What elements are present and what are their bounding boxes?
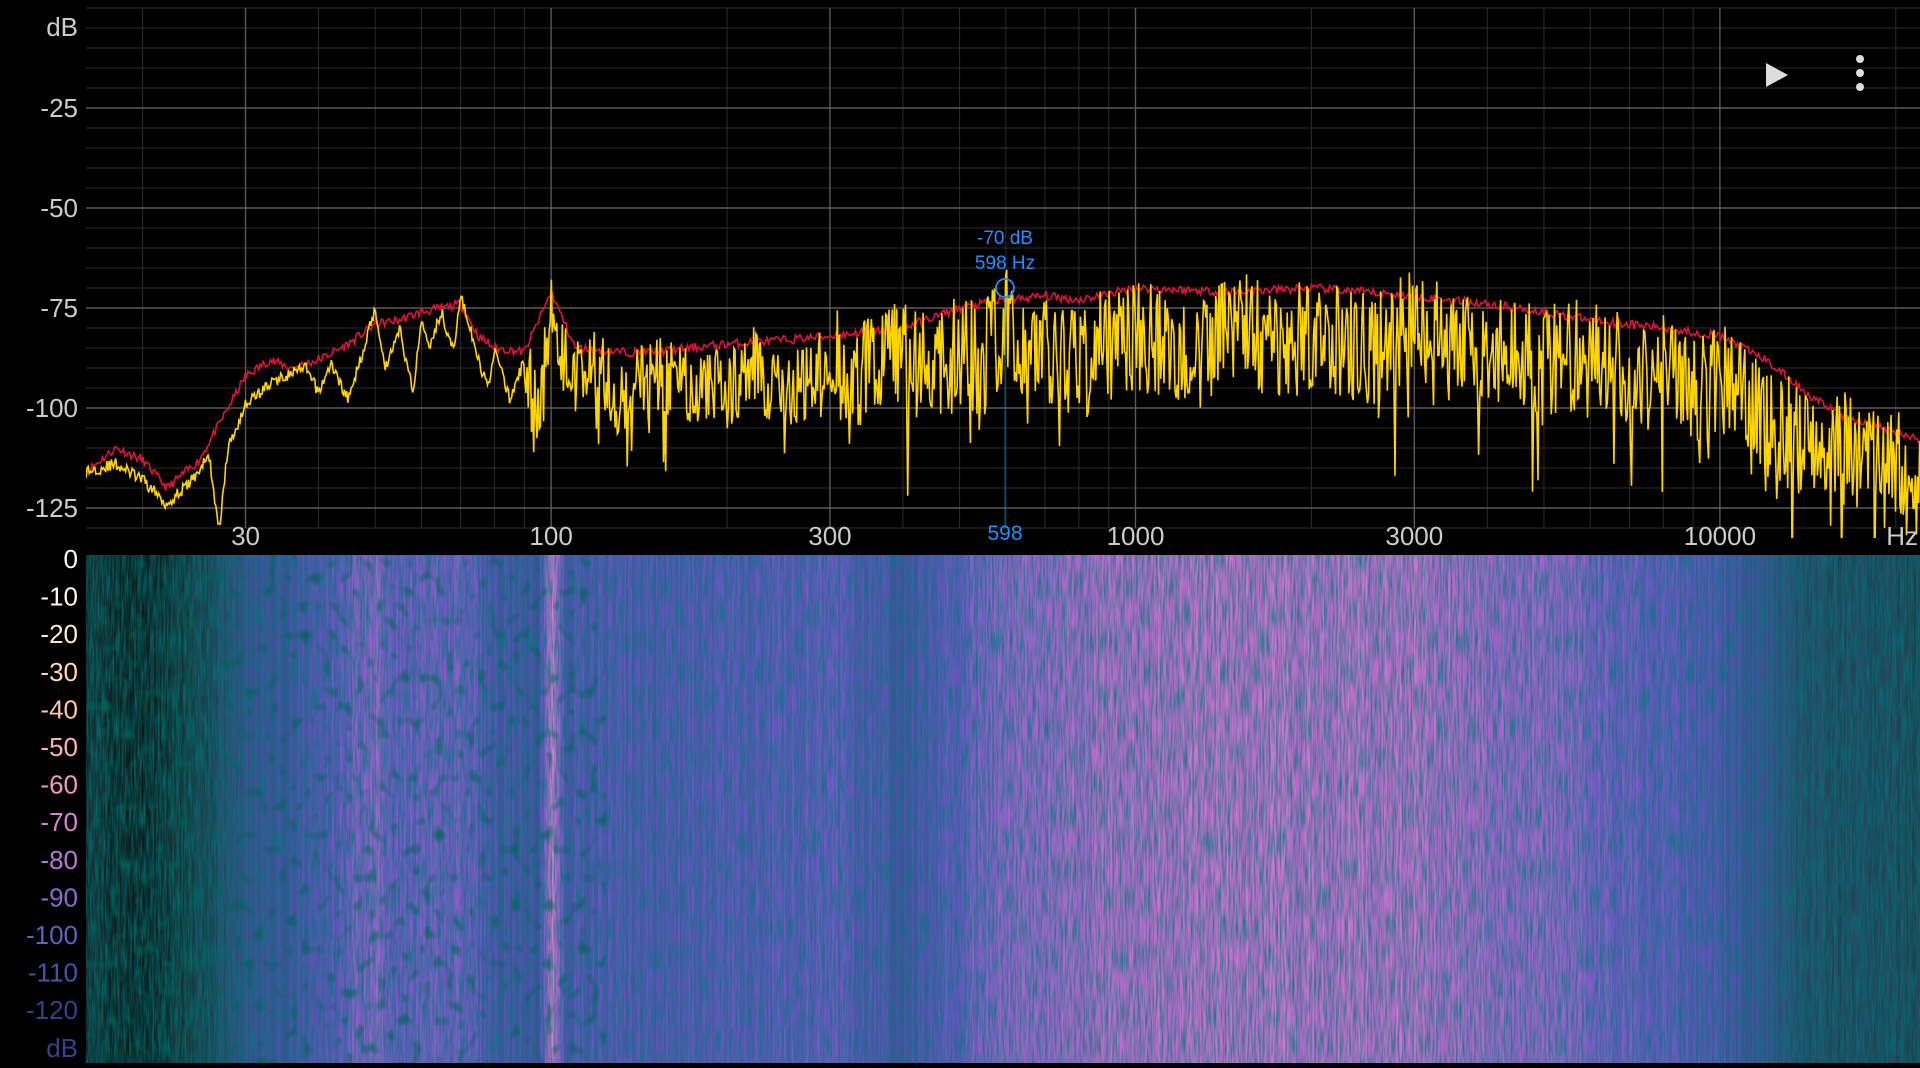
color-scale-tick-label: -80 (40, 845, 78, 875)
spectrogram[interactable]: 0 -10 -20 -30 -40 -50 -60 -70 -80 -90 -100 -110 -120… (26, 544, 1920, 1063)
color-scale-tick-label: -20 (40, 619, 78, 649)
cursor-axis-label: 598 (987, 522, 1022, 545)
y-tick-label: -50 (40, 193, 78, 223)
cursor-level-readout: -70 dB (977, 228, 1033, 249)
color-scale-tick-label: -110 (28, 958, 78, 988)
color-scale-tick-label: -60 (40, 770, 78, 800)
y-tick-label: -100 (26, 393, 78, 423)
x-tick-label: 100 (529, 521, 572, 551)
color-scale-tick-label: -30 (40, 657, 78, 687)
x-tick-label: 1000 (1107, 521, 1165, 551)
color-scale-tick-label: 0 (64, 544, 78, 574)
x-tick-label: 10000 (1684, 521, 1756, 551)
color-scale-tick-label: -120 (26, 995, 78, 1025)
cursor-frequency-readout: 598 Hz (975, 253, 1035, 274)
x-axis-unit-label: Hz (1886, 521, 1918, 551)
y-axis-unit-label: dB (46, 12, 78, 42)
play-button[interactable] (1755, 55, 1795, 95)
x-tick-label: 300 (808, 521, 851, 551)
spectrum-plot[interactable]: -25 -50 -75 -100 -125 dB -70 dB 598 Hz 598 3… (26, 7, 1920, 575)
x-tick-label: 3000 (1385, 521, 1443, 551)
color-scale-tick-label: -40 (40, 694, 78, 724)
color-scale-tick-label: -100 (26, 920, 78, 950)
more-vert-icon (1856, 55, 1864, 91)
y-axis-tick-labels: -25 -50 -75 -100 -125 (26, 93, 78, 523)
analyzer-canvas[interactable]: -25-50-75-100-125 dB -70 dB 598 Hz 598 3… (0, 0, 1920, 1063)
color-scale-unit-label: dB (46, 1033, 78, 1063)
spectrum-analyzer-screen: -25 -50 -75 -100 -125 dB -70 dB 598 Hz 598 3… (0, 0, 1920, 1063)
color-scale-labels: 0 -10 -20 -30 -40 -50 -60 -70 -80 -90 -100 -110 -120 (26, 544, 78, 1025)
spectrogram-dot-texture (86, 555, 606, 1063)
color-scale-tick-label: -90 (40, 882, 78, 912)
x-tick-label: 30 (231, 521, 260, 551)
color-scale-tick-label: -70 (40, 807, 78, 837)
y-tick-label: -125 (26, 493, 78, 523)
play-icon (1766, 63, 1788, 87)
y-tick-label: -25 (40, 93, 78, 123)
y-tick-label: -75 (40, 293, 78, 323)
color-scale-tick-label: -10 (40, 582, 78, 612)
more-options-button[interactable] (1840, 52, 1880, 98)
color-scale-tick-label: -50 (40, 732, 78, 762)
